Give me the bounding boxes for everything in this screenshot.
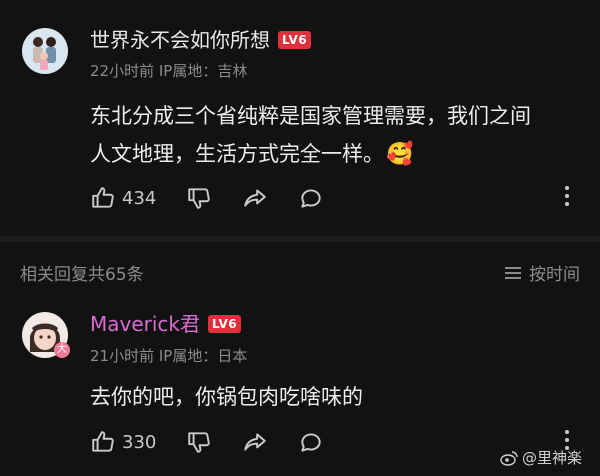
reply-button[interactable] [298,426,324,458]
level-badge: LV6 [278,31,312,49]
comment-card: 世界永不会如你所想 LV6 22小时前 IP属地：吉林 东北分成三个省纯粹是国家管… [0,0,600,236]
watermark: @里神楽 [500,447,582,468]
thumbs-up-icon [92,431,114,452]
share-icon [244,433,266,451]
weibo-logo-icon [500,450,518,466]
avatar[interactable] [22,28,68,74]
level-badge: LV6 [208,315,242,333]
watermark-text: @里神楽 [521,449,582,467]
comment-bubble-icon [301,189,321,208]
username-text[interactable]: Maverick君 [90,312,200,336]
username-text[interactable]: 世界永不会如你所想 [90,28,270,52]
comment-text-line: 去你的吧，你锅包肉吃啥味的 [90,385,363,409]
like-button[interactable]: 434 [90,182,156,214]
emoji: 🥰 [386,142,414,167]
comment-meta: 22小时前 IP属地：吉林 [90,62,248,80]
thumbs-up-icon [92,187,114,208]
like-count: 434 [122,187,157,209]
sort-icon [505,266,521,279]
replies-count: 相关回复共65条 [20,265,144,285]
thumbs-down-icon [188,432,210,453]
like-count: 330 [122,431,157,453]
dislike-button[interactable] [186,182,212,214]
replies-bar: 相关回复共65条 按时间 [0,254,600,288]
comment-actions: 434 [0,182,600,214]
username[interactable]: 世界永不会如你所想 LV6 [90,28,312,52]
share-button[interactable] [242,426,268,458]
comment-text: 去你的吧，你锅包肉吃啥味的 [90,378,363,416]
more-options-icon[interactable] [564,186,570,210]
comment-meta: 21小时前 IP属地：日本 [90,347,248,365]
comment-text-line: 东北分成三个省纯粹是国家管理需要，我们之间 [90,104,531,128]
comment-text: 东北分成三个省纯粹是国家管理需要，我们之间 人文地理，生活方式完全一样。🥰 [90,97,531,174]
comment-text-line: 人文地理，生活方式完全一样。🥰 [90,142,414,167]
share-icon [244,189,266,207]
share-button[interactable] [242,182,268,214]
sort-button[interactable]: 按时间 [505,260,580,285]
verified-badge-icon: 大 [54,342,70,358]
dislike-button[interactable] [186,426,212,458]
username[interactable]: Maverick君 LV6 [90,312,242,336]
sort-label: 按时间 [529,265,580,285]
like-button[interactable]: 330 [90,426,156,458]
comment-bubble-icon [301,433,321,452]
divider [0,236,600,242]
reply-button[interactable] [298,182,324,214]
thumbs-down-icon [188,188,210,209]
